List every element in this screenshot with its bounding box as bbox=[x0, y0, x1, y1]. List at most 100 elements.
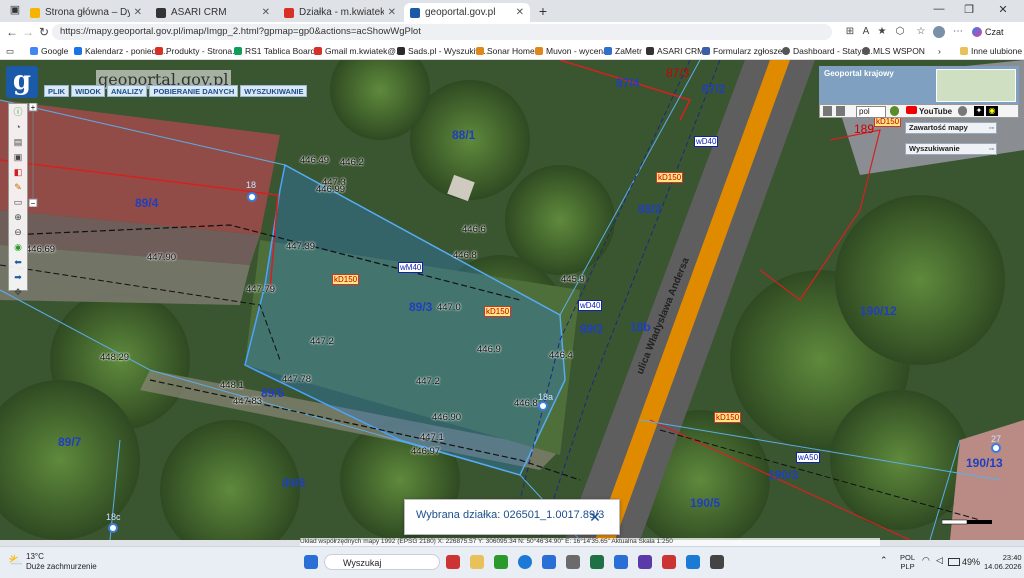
app-icon[interactable] bbox=[542, 555, 556, 569]
bookmark-item[interactable]: Gmail m.kwiatek@... bbox=[314, 45, 403, 57]
zoom-out-icon[interactable]: ⊖ bbox=[11, 226, 25, 239]
close-tab-icon[interactable]: ✕ bbox=[388, 7, 396, 18]
close-tab-icon[interactable]: ✕ bbox=[134, 7, 142, 18]
folder-icon[interactable] bbox=[470, 555, 484, 569]
map-canvas[interactable]: 87/4 87/3 87/2 88/1 89/4 88/2 89/3 89/2 … bbox=[0, 60, 1024, 540]
tray-overflow-icon[interactable]: ⌃ bbox=[880, 555, 888, 569]
volume-icon[interactable]: ◁ bbox=[936, 555, 943, 569]
contrast-icon[interactable]: ✦ bbox=[974, 106, 984, 116]
plot-label: 189 bbox=[854, 122, 875, 136]
globe-icon[interactable]: ◉ bbox=[11, 241, 25, 254]
section-controls-icon[interactable]: ▫▫ bbox=[989, 145, 994, 155]
back-arrow-icon[interactable]: ⬅ bbox=[11, 256, 25, 269]
more-icon[interactable]: ⋯ bbox=[952, 26, 964, 38]
clock[interactable]: 23:40 14.06.2026 bbox=[984, 553, 1022, 571]
language-select[interactable]: pol bbox=[856, 106, 886, 118]
close-tab-icon[interactable]: ✕ bbox=[516, 7, 524, 18]
svg-text:+: + bbox=[31, 103, 36, 112]
app-icon[interactable] bbox=[494, 555, 508, 569]
start-icon[interactable] bbox=[304, 555, 318, 569]
more-bookmarks-icon[interactable]: › bbox=[938, 45, 941, 57]
app-icon[interactable] bbox=[446, 555, 460, 569]
bookmark-item[interactable]: RS1 Tablica Board... bbox=[234, 45, 322, 57]
favorites-icon[interactable]: ☆ bbox=[915, 26, 927, 38]
draw-icon[interactable]: ◧ bbox=[11, 166, 25, 179]
install-app-icon[interactable]: ⊞ bbox=[844, 26, 856, 38]
section-controls-icon[interactable]: ▫▫ bbox=[989, 124, 994, 134]
minimize-button[interactable]: — bbox=[928, 3, 950, 19]
bookmark-item[interactable]: Dashboard - Statys... bbox=[782, 45, 873, 57]
panel-tool-icon[interactable] bbox=[890, 106, 899, 116]
history-icon[interactable]: ◔ bbox=[11, 121, 25, 134]
weather-widget[interactable]: 13°C Duże zachmurzenie bbox=[26, 552, 97, 571]
other-favorites[interactable]: Inne ulubione bbox=[960, 45, 1022, 57]
taskbar-search[interactable]: Wyszukaj bbox=[324, 554, 440, 570]
forward-icon[interactable]: → bbox=[20, 25, 36, 39]
avatar[interactable] bbox=[933, 26, 945, 38]
bookmark-item[interactable]: Kalendarz - poniedz... bbox=[74, 45, 168, 57]
tab-gmail[interactable]: Działka - m.kwiatek@muvon.pl - k ✕ bbox=[278, 3, 402, 22]
tab-geoportal[interactable]: geoportal.gov.pl ✕ bbox=[404, 3, 530, 22]
youtube-link[interactable]: YouTube bbox=[906, 106, 956, 116]
reload-icon[interactable]: ↻ bbox=[36, 25, 52, 39]
tab-asari-crm[interactable]: ASARI CRM ✕ bbox=[150, 3, 276, 22]
copilot-button[interactable]: Czat bbox=[972, 25, 1004, 39]
measure-icon[interactable]: ▣ bbox=[11, 151, 25, 164]
bookmark-item[interactable]: Produkty - Strona... bbox=[155, 45, 239, 57]
app-icon[interactable] bbox=[614, 555, 628, 569]
tab-google-drive[interactable]: Strona główna – Dysk Google ✕ bbox=[24, 3, 148, 22]
app-icon[interactable] bbox=[566, 555, 580, 569]
bookmarks-toggle-icon[interactable]: ▭ bbox=[6, 45, 14, 57]
bookmark-item[interactable]: MLS WSPON bbox=[862, 45, 925, 57]
print-icon[interactable]: ▤ bbox=[11, 136, 25, 149]
menu-analysis[interactable]: ANALIZY bbox=[106, 85, 148, 97]
section-map-content[interactable]: Zawartość mapy ▫▫ bbox=[905, 122, 997, 134]
read-aloud-icon[interactable]: A bbox=[860, 26, 872, 38]
menu-search[interactable]: WYSZUKIWANIE bbox=[240, 85, 308, 97]
language-indicator[interactable]: POL PLP bbox=[900, 553, 915, 571]
tab-actions-icon[interactable]: ▣ bbox=[4, 3, 26, 19]
pan-icon[interactable]: ✥ bbox=[11, 286, 25, 299]
app-icon[interactable] bbox=[710, 555, 724, 569]
star-icon[interactable]: ★ bbox=[876, 26, 888, 38]
menu-file[interactable]: PLIK bbox=[44, 85, 70, 97]
bookmark-item[interactable]: Muvon - wycena bbox=[535, 45, 608, 57]
excel-icon[interactable] bbox=[590, 555, 604, 569]
close-icon[interactable]: ✕ bbox=[584, 506, 606, 528]
bookmark-item[interactable]: ASARI CRM bbox=[646, 45, 704, 57]
menu-view[interactable]: WIDOK bbox=[71, 85, 105, 97]
forward-arrow-icon[interactable]: ➡ bbox=[11, 271, 25, 284]
eye-icon[interactable]: ◉ bbox=[986, 106, 998, 116]
select-icon[interactable]: ▭ bbox=[11, 196, 25, 209]
maximize-button[interactable]: ❐ bbox=[958, 3, 980, 19]
section-search[interactable]: Wyszukiwanie ▫▫ bbox=[905, 143, 997, 155]
bookmark-item[interactable]: ZaMetr bbox=[604, 45, 642, 57]
panel-tool-icon[interactable] bbox=[958, 106, 967, 116]
app-icon[interactable] bbox=[638, 555, 652, 569]
edge-icon[interactable] bbox=[518, 555, 532, 569]
app-icon[interactable] bbox=[662, 555, 676, 569]
bookmark-item[interactable]: Sads.pl - Wyszukiw... bbox=[397, 45, 488, 57]
info-icon[interactable]: ⓘ bbox=[11, 106, 25, 119]
extensions-icon[interactable]: ⬡ bbox=[894, 26, 906, 38]
bookmark-item[interactable]: Formularz zgłosze... bbox=[702, 45, 790, 57]
bookmark-item[interactable]: Google bbox=[30, 45, 68, 57]
back-icon[interactable]: ← bbox=[4, 25, 20, 39]
pencil-icon[interactable]: ✎ bbox=[11, 181, 25, 194]
battery-indicator[interactable]: 49% bbox=[948, 555, 980, 569]
panel-tool-icon[interactable] bbox=[836, 106, 845, 116]
panel-tool-icon[interactable] bbox=[823, 106, 832, 116]
bookmark-item[interactable]: Sonar Home bbox=[476, 45, 535, 57]
close-tab-icon[interactable]: ✕ bbox=[262, 7, 270, 18]
new-tab-button[interactable]: + bbox=[532, 3, 554, 19]
app-icon[interactable] bbox=[686, 555, 700, 569]
menu-download[interactable]: POBIERANIE DANYCH bbox=[149, 85, 239, 97]
overview-map[interactable] bbox=[936, 69, 1016, 102]
url-field[interactable]: https://mapy.geoportal.gov.pl/imap/Imgp_… bbox=[52, 24, 832, 40]
wifi-icon[interactable]: ◠ bbox=[922, 555, 930, 569]
close-window-button[interactable]: ✕ bbox=[992, 3, 1014, 19]
zoom-in-icon[interactable]: ⊕ bbox=[11, 211, 25, 224]
weather-icon[interactable]: ⛅ bbox=[8, 553, 23, 567]
search-placeholder: Wyszukaj bbox=[343, 558, 382, 568]
zoom-slider[interactable]: + − bbox=[28, 103, 38, 207]
